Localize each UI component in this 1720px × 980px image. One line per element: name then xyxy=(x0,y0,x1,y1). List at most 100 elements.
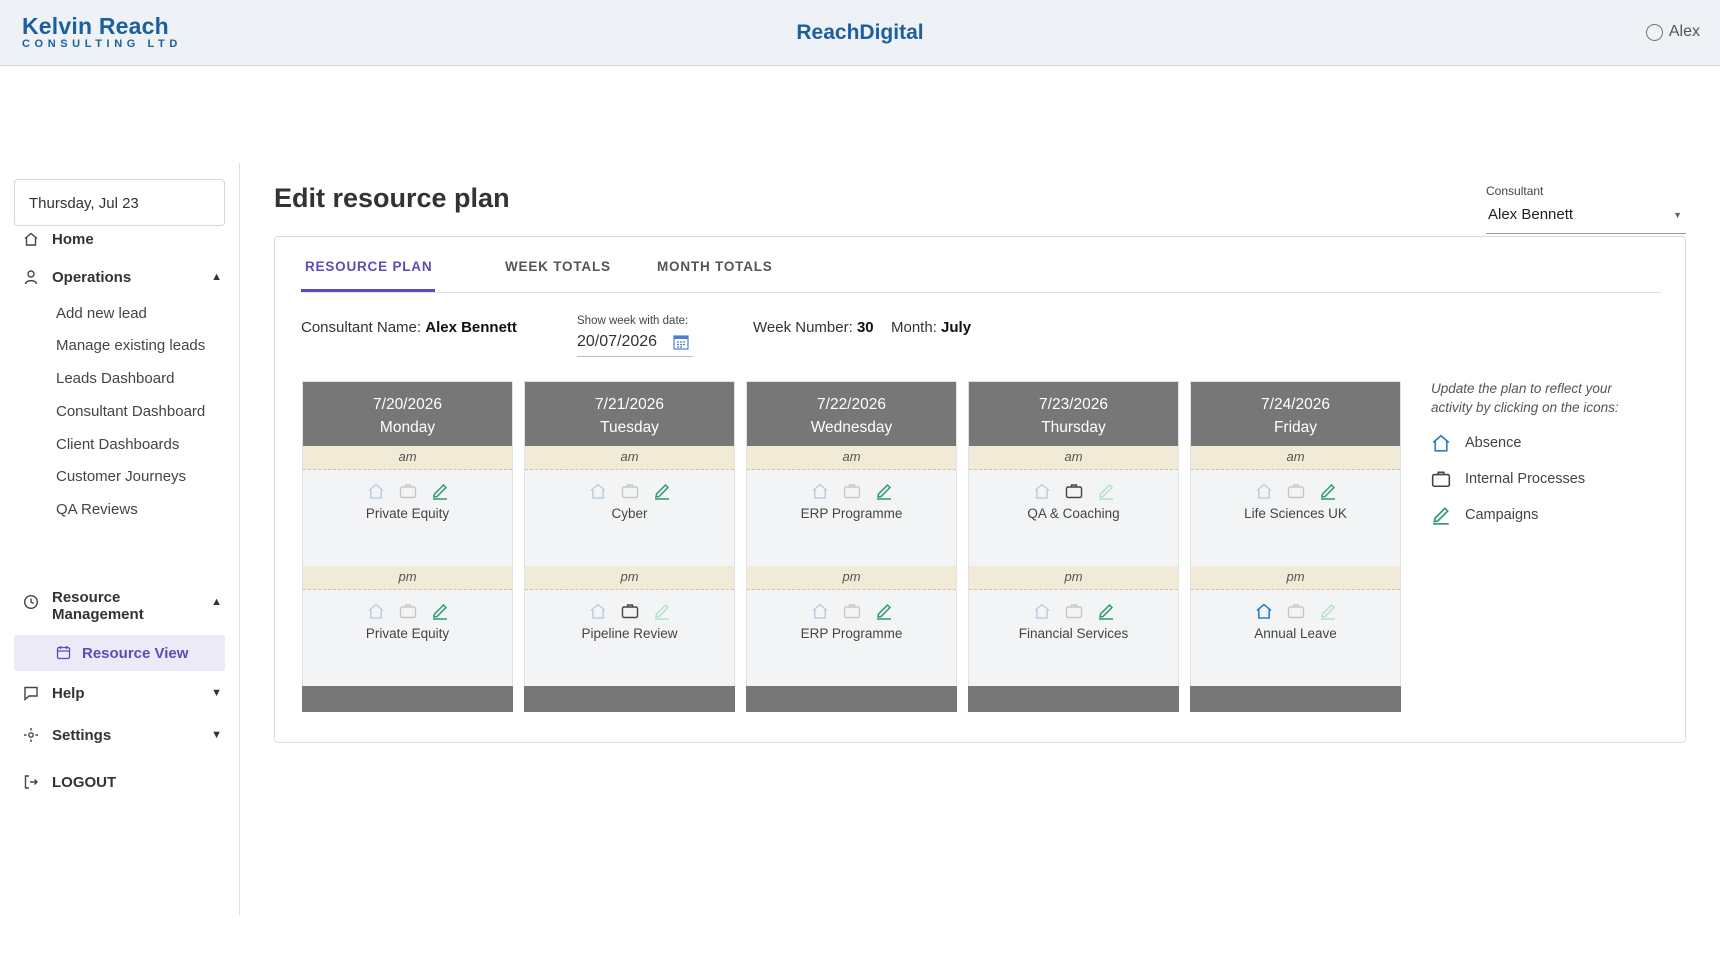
chevron-down-icon: ▼ xyxy=(211,729,222,741)
day-name: Tuesday xyxy=(600,419,659,436)
am-label: am xyxy=(303,446,512,470)
logout-button[interactable]: LOGOUT xyxy=(22,773,222,791)
person-icon xyxy=(22,268,40,286)
sidebar-item-home[interactable]: Home xyxy=(22,230,222,248)
am-slot: QA & Coaching xyxy=(969,470,1178,566)
sidebar-item-label: Home xyxy=(52,230,94,248)
absence-icon[interactable] xyxy=(1033,602,1051,620)
month-info: Month: July xyxy=(891,319,971,336)
pencil-icon[interactable] xyxy=(653,482,671,500)
absence-icon[interactable] xyxy=(1255,482,1273,500)
sidebar-item-qa-reviews[interactable]: QA Reviews xyxy=(56,501,138,518)
day-header: 7/22/2026 Wednesday xyxy=(747,382,956,446)
absence-icon[interactable] xyxy=(1033,482,1051,500)
week-date-value: 20/07/2026 xyxy=(577,333,658,350)
pencil-icon[interactable] xyxy=(875,602,893,620)
sidebar-item-settings[interactable]: Settings ▼ xyxy=(22,726,222,744)
pm-slot: Financial Services xyxy=(969,590,1178,686)
absence-icon[interactable] xyxy=(367,482,385,500)
page-title: Edit resource plan xyxy=(274,183,510,213)
briefcase-icon[interactable] xyxy=(843,602,861,620)
chevron-down-icon: ▼ xyxy=(211,687,222,699)
absence-icon[interactable] xyxy=(367,602,385,620)
absence-icon[interactable] xyxy=(811,482,829,500)
pencil-icon[interactable] xyxy=(1097,602,1115,620)
briefcase-icon[interactable] xyxy=(621,482,639,500)
project-name: ERP Programme xyxy=(800,626,903,641)
sidebar-item-add-new-lead[interactable]: Add new lead xyxy=(56,305,147,322)
sidebar-item-operations[interactable]: Operations ▲ xyxy=(22,268,222,286)
user-menu[interactable]: Alex xyxy=(1645,23,1700,41)
am-label: am xyxy=(1191,446,1400,470)
briefcase-icon[interactable] xyxy=(843,482,861,500)
day-header: 7/21/2026 Tuesday xyxy=(525,382,734,446)
pencil-icon[interactable] xyxy=(1319,602,1337,620)
month-value: July xyxy=(941,319,972,336)
day-date: 7/23/2026 xyxy=(1039,396,1108,413)
logout-icon xyxy=(22,773,40,791)
day-column-friday: 7/24/2026 Friday am Life Sciences UK pm … xyxy=(1190,381,1401,712)
consultant-select-label: Consultant xyxy=(1486,184,1544,198)
project-name: ERP Programme xyxy=(800,506,903,521)
week-date-input[interactable]: 20/07/2026 xyxy=(577,333,693,357)
icon-legend: Update the plan to reflect your activity… xyxy=(1431,379,1651,525)
legend-campaigns: Campaigns xyxy=(1431,505,1651,525)
chevron-up-icon: ▲ xyxy=(211,596,222,608)
am-label: am xyxy=(969,446,1178,470)
absence-icon[interactable] xyxy=(589,482,607,500)
sidebar-item-help[interactable]: Help ▼ xyxy=(22,684,222,702)
calendar-icon xyxy=(56,645,71,664)
sidebar-item-client-dashboards[interactable]: Client Dashboards xyxy=(56,436,179,453)
pencil-icon[interactable] xyxy=(1097,482,1115,500)
legend-label: Absence xyxy=(1465,435,1522,451)
sidebar-item-label: Settings xyxy=(52,726,112,744)
am-slot: Cyber xyxy=(525,470,734,566)
sidebar-item-consultant-dashboard[interactable]: Consultant Dashboard xyxy=(56,403,205,420)
briefcase-icon xyxy=(1431,469,1453,489)
tab-week-totals[interactable]: WEEK TOTALS xyxy=(505,259,611,274)
pencil-icon[interactable] xyxy=(875,482,893,500)
briefcase-icon[interactable] xyxy=(621,602,639,620)
tab-resource-plan[interactable]: RESOURCE PLAN xyxy=(305,259,432,274)
briefcase-icon[interactable] xyxy=(399,602,417,620)
calendar-icon[interactable] xyxy=(673,334,689,355)
consultant-select-value[interactable]: Alex Bennett ▼ xyxy=(1486,206,1686,234)
sidebar-date: Thursday, Jul 23 xyxy=(14,179,225,226)
consultant-name-value: Alex Bennett xyxy=(425,319,517,336)
pencil-icon[interactable] xyxy=(431,482,449,500)
am-slot: Life Sciences UK xyxy=(1191,470,1400,566)
sidebar-item-resource-management[interactable]: Resource Management ▲ xyxy=(22,589,222,623)
absence-icon[interactable] xyxy=(1255,602,1273,620)
sidebar-item-resource-view[interactable]: Resource View xyxy=(14,635,225,671)
briefcase-icon[interactable] xyxy=(1065,482,1083,500)
briefcase-icon[interactable] xyxy=(1287,482,1305,500)
tab-bar: RESOURCE PLAN WEEK TOTALS MONTH TOTALS xyxy=(301,237,1661,293)
pencil-icon[interactable] xyxy=(653,602,671,620)
consultant-select[interactable]: Consultant Alex Bennett ▼ xyxy=(1486,184,1686,234)
pencil-icon[interactable] xyxy=(431,602,449,620)
sidebar-item-leads-dashboard[interactable]: Leads Dashboard xyxy=(56,370,174,387)
day-footer xyxy=(1190,686,1401,712)
briefcase-icon[interactable] xyxy=(1065,602,1083,620)
day-footer xyxy=(746,686,957,712)
briefcase-icon[interactable] xyxy=(1287,602,1305,620)
company-logo[interactable]: Kelvin Reach CONSULTING LTD xyxy=(22,14,182,50)
week-date-picker[interactable]: Show week with date: 20/07/2026 xyxy=(577,315,693,357)
tab-month-totals[interactable]: MONTH TOTALS xyxy=(657,259,773,274)
sidebar-item-manage-leads[interactable]: Manage existing leads xyxy=(56,337,205,354)
briefcase-icon[interactable] xyxy=(399,482,417,500)
absence-icon[interactable] xyxy=(811,602,829,620)
absence-icon[interactable] xyxy=(589,602,607,620)
top-bar: Kelvin Reach CONSULTING LTD ReachDigital… xyxy=(0,0,1720,66)
week-number-value: 30 xyxy=(856,319,874,336)
user-name: Alex xyxy=(1668,23,1700,40)
legend-label: Campaigns xyxy=(1465,507,1539,523)
logo-main-text: Kelvin Reach xyxy=(22,13,169,39)
week-date-label: Show week with date: xyxy=(577,315,689,327)
legend-label: Internal Processes xyxy=(1465,471,1586,487)
dropdown-arrow-icon: ▼ xyxy=(1673,210,1682,220)
pm-label: pm xyxy=(525,566,734,590)
day-date: 7/22/2026 xyxy=(817,396,886,413)
pencil-icon[interactable] xyxy=(1319,482,1337,500)
sidebar-item-customer-journeys[interactable]: Customer Journeys xyxy=(56,468,186,485)
